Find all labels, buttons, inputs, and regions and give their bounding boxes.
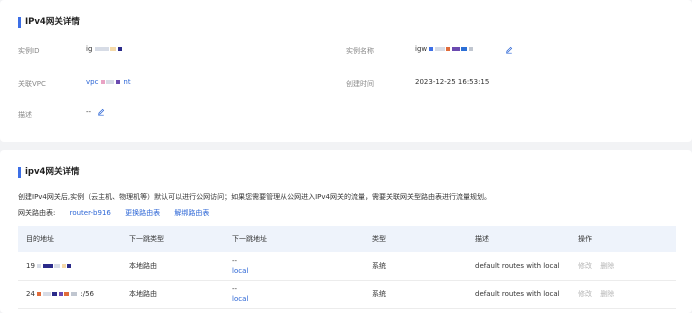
redacted-mask xyxy=(94,47,109,51)
instance-name-text: igw xyxy=(415,45,428,53)
next-hop-placeholder: -- xyxy=(232,285,238,293)
redacted-mask xyxy=(110,47,117,51)
gateway-detail-title: ipv4网关详情 xyxy=(18,167,79,178)
column-header: 目的地址 xyxy=(18,226,121,252)
vpc-link-prefix[interactable]: vpc xyxy=(86,78,98,86)
redacted-mask xyxy=(468,47,473,51)
dest-address-text: 19 xyxy=(26,261,35,270)
unbind-route-table-button[interactable]: 解绑路由表 xyxy=(174,209,209,217)
route-type-cell: 系统 xyxy=(364,280,467,309)
dest-address-prefix: 24 xyxy=(26,290,35,298)
route-description-cell: default routes with local xyxy=(467,280,570,309)
redacted-mask xyxy=(64,292,70,296)
dest-address-cell: 19 xyxy=(18,252,121,281)
redacted-mask xyxy=(37,292,42,296)
redacted-mask xyxy=(54,263,61,268)
basic-info-card: IPv4网关详情 实例ID ig 实例名称 igw 关联VPC vpc nt 创… xyxy=(0,0,692,142)
gateway-description: 创建IPv4网关后,实例（云主机、物理机等）默认可以进行公网访问；如果您需要管理… xyxy=(18,193,491,201)
next-hop-type-cell: 本地路由 xyxy=(121,280,224,309)
redacted-mask xyxy=(429,47,434,51)
table-row: 24 :/56 本地路由 -- local 系统 default routes … xyxy=(18,280,676,309)
actions-cell: 修改 删除 xyxy=(570,252,676,281)
route-table: 目的地址 下一跳类型 下一跳地址 类型 描述 操作 19 本地路由 -- loc… xyxy=(18,226,676,309)
route-type-cell: 系统 xyxy=(364,252,467,281)
instance-id-label: 实例ID xyxy=(18,47,40,55)
table-header-row: 目的地址 下一跳类型 下一跳地址 类型 描述 操作 xyxy=(18,226,676,252)
delete-button[interactable]: 删除 xyxy=(600,290,614,298)
redacted-mask xyxy=(106,80,115,84)
redacted-mask xyxy=(451,47,460,51)
route-table-row: 网关路由表: router-b916 更换路由表 解绑路由表 xyxy=(18,208,221,218)
redacted-mask xyxy=(42,292,51,296)
redacted-mask xyxy=(70,292,77,296)
instance-id-text: ig xyxy=(86,45,93,53)
next-hop-link[interactable]: local xyxy=(232,294,364,304)
redacted-mask xyxy=(52,292,58,296)
redacted-mask xyxy=(434,47,445,51)
route-description-cell: default routes with local xyxy=(467,252,570,281)
edit-button[interactable]: 修改 xyxy=(578,290,592,298)
redacted-mask xyxy=(461,47,468,51)
change-route-table-button[interactable]: 更换路由表 xyxy=(125,209,160,217)
instance-name-label: 实例名称 xyxy=(346,47,374,55)
column-header: 操作 xyxy=(570,226,676,252)
dest-address-cell: 24 :/56 xyxy=(18,280,121,309)
next-hop-link[interactable]: local xyxy=(232,266,364,276)
redacted-mask xyxy=(42,263,53,268)
route-table-link[interactable]: router-b916 xyxy=(70,209,111,217)
created-time-label: 创建时间 xyxy=(346,80,374,88)
redacted-mask xyxy=(100,80,105,84)
instance-id-value: ig xyxy=(86,45,123,53)
column-header: 下一跳类型 xyxy=(121,226,224,252)
description-label: 描述 xyxy=(18,111,32,119)
basic-info-title: IPv4网关详情 xyxy=(18,17,80,28)
route-table-label: 网关路由表: xyxy=(18,209,56,217)
edit-button[interactable]: 修改 xyxy=(578,262,592,270)
vpc-link-suffix[interactable]: nt xyxy=(123,78,130,86)
dest-address-suffix: :/56 xyxy=(80,290,95,298)
redacted-mask xyxy=(67,263,72,268)
edit-icon[interactable] xyxy=(505,46,513,54)
actions-cell: 修改 删除 xyxy=(570,280,676,309)
column-header: 类型 xyxy=(364,226,467,252)
column-header: 描述 xyxy=(467,226,570,252)
created-time-value: 2023-12-25 16:53:15 xyxy=(415,78,490,86)
next-hop-address-cell: -- local xyxy=(224,252,364,281)
column-header: 下一跳地址 xyxy=(224,226,364,252)
gateway-detail-card: ipv4网关详情 创建IPv4网关后,实例（云主机、物理机等）默认可以进行公网访… xyxy=(0,150,692,313)
redacted-mask xyxy=(37,263,42,268)
redacted-mask xyxy=(446,47,451,51)
next-hop-placeholder: -- xyxy=(232,256,238,265)
table-row: 19 本地路由 -- local 系统 default routes with … xyxy=(18,252,676,281)
next-hop-type-cell: 本地路由 xyxy=(121,252,224,281)
next-hop-address-cell: -- local xyxy=(224,280,364,309)
edit-icon[interactable] xyxy=(97,108,105,116)
redacted-mask xyxy=(115,80,120,84)
redacted-mask xyxy=(117,47,122,51)
redacted-mask xyxy=(58,292,63,296)
instance-name-value: igw xyxy=(415,45,474,53)
delete-button[interactable]: 删除 xyxy=(600,262,614,270)
vpc-label: 关联VPC xyxy=(18,80,46,88)
description-value: -- xyxy=(86,108,92,116)
vpc-link[interactable]: vpc nt xyxy=(86,78,131,86)
redacted-mask xyxy=(61,263,66,268)
